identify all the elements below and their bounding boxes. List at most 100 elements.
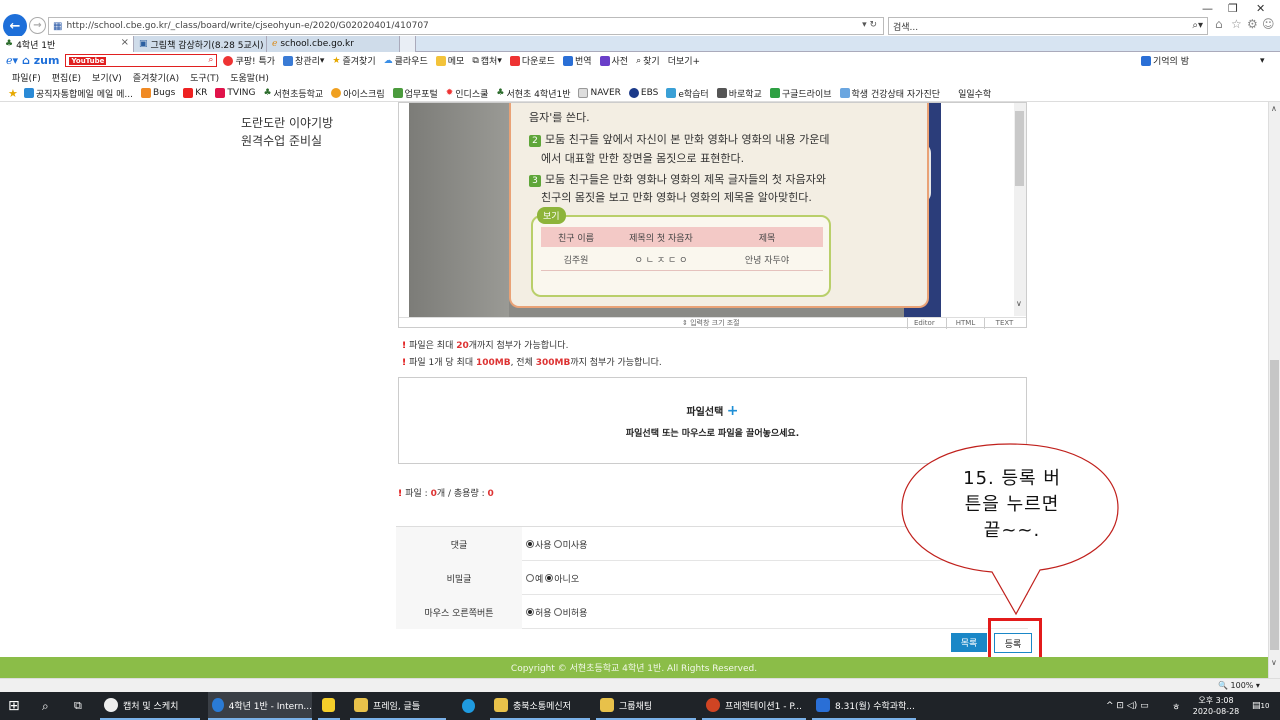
tab-school[interactable]: ℯ school.cbe.go.kr	[267, 36, 400, 52]
zum-item-favorites[interactable]: ★ 즐겨찾기	[332, 54, 375, 68]
tab-editor[interactable]: Editor	[907, 318, 941, 329]
radio-rightclick-deny[interactable]	[553, 608, 562, 616]
taskbar-item-math[interactable]: 8.31(월) 수학과학...	[812, 692, 916, 720]
taskbar-item-powerpoint[interactable]: 프레젠테이션1 - P...	[702, 692, 806, 720]
tab-picture-book[interactable]: ▣ 그림책 감상하기(8.28 5교시)	[134, 36, 267, 52]
sidebar-link-remote-room[interactable]: 원격수업 준비실	[241, 132, 322, 149]
zum-item-more[interactable]: 더보기+	[668, 54, 700, 67]
radio-comment-nouse[interactable]	[553, 540, 562, 548]
fav-item[interactable]: Bugs	[140, 88, 175, 98]
book-line: 2 모둠 친구들 앞에서 자신이 본 만화 영화나 영화의 내용 가운데	[529, 131, 829, 147]
fav-item[interactable]: EBS	[628, 88, 658, 98]
fav-item[interactable]: ♣ 서현초 4학년1반	[496, 87, 570, 100]
star-icon[interactable]: ☆	[1231, 17, 1242, 31]
menu-file[interactable]: 파일(F)	[12, 71, 41, 84]
radio-label: 미사용	[562, 540, 588, 551]
zum-right-item[interactable]: 기억의 밤	[1141, 54, 1189, 67]
fav-item[interactable]: TVING	[215, 88, 255, 98]
chevron-down-icon[interactable]: ▾	[1260, 56, 1265, 66]
tab-text[interactable]: TEXT	[984, 318, 1024, 329]
menu-edit[interactable]: 편집(E)	[52, 71, 81, 84]
search-icon[interactable]: ⌕	[42, 692, 49, 720]
home-icon[interactable]: ⌂	[1215, 17, 1223, 31]
fav-item[interactable]: 공직자통합메일 메일 메...	[23, 87, 133, 100]
radio-rightclick-allow[interactable]	[526, 608, 534, 616]
fav-item[interactable]: 업무포털	[392, 87, 438, 100]
maximize-icon[interactable]: ❐	[1228, 2, 1238, 15]
menu-view[interactable]: 보기(V)	[92, 71, 122, 84]
radio-secret-yes[interactable]	[526, 574, 534, 582]
zum-item-download[interactable]: 다운로드	[509, 54, 555, 67]
zum-search-input[interactable]: YouTube ⌕	[65, 54, 218, 67]
file-drop-zone[interactable]: 파일선택 + 파일선택 또는 마우스로 파일을 끌어놓으세요.	[398, 377, 1027, 464]
zum-item-dictionary[interactable]: 사전	[599, 54, 628, 67]
fav-item[interactable]: 학생 건강상태 자가진단	[839, 87, 940, 100]
zum-item-find[interactable]: ⌕ 찾기	[636, 54, 660, 68]
radio-comment-use[interactable]	[526, 540, 534, 548]
zum-item-memo[interactable]: 메모	[435, 54, 464, 67]
file-select-title[interactable]: 파일선택 +	[399, 403, 1026, 419]
scroll-thumb[interactable]	[1270, 360, 1279, 650]
tab-html[interactable]: HTML	[946, 318, 984, 329]
taskbar-item-messenger[interactable]: 충북소통메신저	[490, 692, 590, 720]
fav-item[interactable]: ♣ 서현초등학교	[263, 87, 323, 100]
radio-secret-no[interactable]	[545, 574, 554, 582]
ime-indicator[interactable]: ㅎ	[1172, 692, 1180, 720]
minimize-icon[interactable]: —	[1202, 2, 1213, 15]
search-icon[interactable]: ⌕	[208, 55, 213, 65]
chevron-up-icon[interactable]: ∧	[1271, 104, 1277, 113]
close-icon[interactable]: ✕	[1256, 2, 1265, 15]
notification-icon[interactable]: ▤ 10	[1252, 692, 1269, 720]
favorites-star-icon[interactable]: ★	[8, 87, 18, 100]
fav-item[interactable]: 바로학교	[716, 87, 762, 100]
task-view-icon[interactable]: ⧉	[74, 692, 82, 720]
address-bar[interactable]: ▦ http://school.cbe.go.kr/_class/board/w…	[48, 17, 884, 35]
fav-item[interactable]: KR	[183, 88, 207, 98]
refresh-icon[interactable]: ▾ ↻	[862, 20, 877, 30]
chevron-down-icon[interactable]: ∨	[1016, 299, 1022, 308]
zum-item-capture[interactable]: ⧉ 캡처 ▾	[472, 54, 502, 68]
ie-logo-icon[interactable]: ℯ▾	[6, 54, 18, 67]
tray-icons[interactable]: ^ ⊡ ◁) ▭	[1106, 692, 1149, 720]
taskbar-item-snip[interactable]: 캡처 및 스케치	[100, 692, 200, 720]
new-tab-button[interactable]	[400, 36, 416, 52]
rich-text-editor[interactable]: 음자'를 쓴다. 2 모둠 친구들 앞에서 자신이 본 만화 영화나 영화의 내용…	[398, 102, 1027, 329]
resize-handle[interactable]: ⇕ 입력창 크기 조절	[682, 318, 740, 328]
fav-item[interactable]: ✹ 인디스쿨	[446, 87, 489, 100]
sidebar-link-story-room[interactable]: 도란도란 이야기방	[241, 114, 333, 131]
smiley-icon[interactable]: ☺	[1262, 17, 1275, 31]
taskbar-item-groupchat[interactable]: 그룹채팅	[596, 692, 696, 720]
fav-item[interactable]: 구글드라이브	[769, 87, 832, 100]
page-scrollbar[interactable]: ∧ ∨	[1268, 102, 1280, 678]
close-tab-icon[interactable]: ×	[121, 37, 129, 48]
zum-item-coupang[interactable]: 쿠팡! 특가	[223, 54, 275, 67]
fav-item[interactable]: 아이스크림	[331, 87, 385, 100]
taskbar-item-edge[interactable]	[458, 692, 480, 720]
zoom-level[interactable]: 🔍 100% ▾	[1218, 681, 1260, 690]
list-button[interactable]: 목록	[951, 633, 987, 652]
forward-button[interactable]: →	[29, 17, 46, 34]
fav-item[interactable]: 일일수학	[958, 87, 991, 100]
taskbar-clock[interactable]: 오후 3:08 2020-08-28	[1186, 695, 1246, 717]
taskbar-item-sticky[interactable]	[318, 692, 340, 720]
zum-item-cloud[interactable]: ☁ 클라우드	[384, 54, 428, 68]
editor-scrollbar[interactable]: ∨	[1014, 103, 1026, 316]
menu-help[interactable]: 도움말(H)	[230, 71, 269, 84]
zum-item-translate[interactable]: 번역	[562, 54, 592, 67]
windows-start-icon[interactable]: ⊞	[8, 692, 20, 720]
tab-class[interactable]: ♣ 4학년 1반 ×	[0, 36, 134, 52]
upload-note-size: ! 파일 1개 당 최대 100MB, 전체 300MB까지 첨부가 가능합니다.	[402, 358, 662, 368]
fav-item[interactable]: NAVER	[578, 88, 621, 98]
taskbar-item-ie[interactable]: 4학년 1반 - Intern...	[208, 692, 312, 720]
gear-icon[interactable]: ⚙	[1247, 17, 1258, 31]
menu-tools[interactable]: 도구(T)	[190, 71, 219, 84]
back-button[interactable]: ←	[3, 14, 27, 38]
zum-logo[interactable]: ⌂ zum	[22, 54, 59, 67]
fav-item[interactable]: e학습터	[666, 87, 709, 100]
menu-favorites[interactable]: 즐겨찾기(A)	[133, 71, 179, 84]
chevron-down-icon[interactable]: ∨	[1271, 658, 1277, 667]
taskbar-item-folder[interactable]: 프레임, 글틀	[350, 692, 446, 720]
search-input[interactable]: 검색... ⌕▾	[888, 17, 1208, 35]
zum-item-window[interactable]: 창관리 ▾	[283, 54, 324, 67]
search-icon[interactable]: ⌕▾	[1192, 20, 1203, 31]
